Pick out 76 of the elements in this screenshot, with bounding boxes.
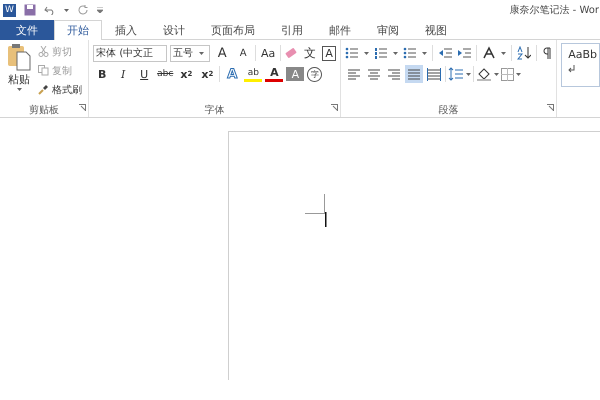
- dropdown-caret-icon: [64, 8, 69, 12]
- brush-button[interactable]: 格式刷: [38, 81, 82, 98]
- decrease-indent-icon: [438, 46, 452, 60]
- increase-indent-icon: [457, 46, 472, 60]
- dropdown-caret-icon: [393, 52, 398, 54]
- multilevel-list-icon: [403, 46, 418, 60]
- copy-icon: [38, 65, 49, 76]
- corner-mark-icon: [305, 194, 325, 214]
- customize-caret-icon: [97, 7, 103, 13]
- line-spacing-icon: [448, 67, 464, 81]
- dropdown-caret-icon: [516, 72, 522, 76]
- shrink-button[interactable]: A: [234, 44, 252, 62]
- phonetic-button[interactable]: 文: [301, 44, 320, 62]
- italic-button[interactable]: I: [114, 65, 132, 83]
- font-name-field[interactable]: 宋体 (中文正: [93, 44, 168, 62]
- shaded-button[interactable]: A: [286, 67, 304, 81]
- dialog-launcher-icon: [79, 104, 86, 111]
- boxed-button[interactable]: A: [322, 46, 336, 60]
- effect-button[interactable]: A: [223, 65, 242, 83]
- numbering-icon: [374, 46, 388, 60]
- ribbon-tab[interactable]: 开始: [54, 20, 102, 40]
- window-title: 康奈尔笔记法 - Wor: [510, 4, 599, 17]
- return-arrow-icon: [568, 65, 576, 73]
- sup-button[interactable]: x$^{2}$: [198, 65, 216, 83]
- grow-button[interactable]: A: [213, 44, 232, 62]
- highlight-button[interactable]: ab: [244, 66, 262, 82]
- ribbon-tab[interactable]: 设计: [150, 20, 198, 40]
- file-tab[interactable]: 文件: [0, 20, 54, 40]
- dropdown-caret-icon: [466, 72, 472, 76]
- group-label: 字体: [204, 104, 226, 117]
- font-size-field[interactable]: 五号: [170, 44, 210, 62]
- dropdown-caret-icon: [16, 88, 22, 91]
- paste-button[interactable]: 粘贴: [4, 43, 34, 103]
- undo-icon: [44, 5, 56, 15]
- right-align-icon: [387, 68, 402, 80]
- dropdown-caret-icon: [494, 72, 500, 76]
- group-label: 剪贴板: [28, 104, 60, 117]
- paintbrush-icon: [38, 84, 49, 95]
- style-gallery[interactable]: AaBb: [561, 43, 600, 87]
- sort-icon: [517, 46, 532, 60]
- circled-button[interactable]: 字: [307, 66, 322, 82]
- strike-button[interactable]: abc: [156, 65, 174, 83]
- center-align-icon: [367, 68, 382, 80]
- paragraph-mark-icon: [542, 47, 552, 59]
- shading-icon: [476, 67, 492, 81]
- left-align-icon: [347, 68, 362, 80]
- borders-icon: [501, 68, 514, 80]
- case-button[interactable]: Aa: [259, 44, 278, 62]
- ribbon-tab[interactable]: 邮件: [316, 20, 364, 40]
- dropdown-caret-icon: [364, 52, 370, 54]
- dialog-launcher-icon: [331, 104, 338, 111]
- dropdown-caret-icon: [422, 52, 428, 54]
- group-label: 段落: [438, 104, 460, 117]
- align-distributed-button[interactable]: [425, 65, 444, 83]
- ribbon-tab[interactable]: 审阅: [364, 20, 412, 40]
- bold-button[interactable]: B: [93, 65, 112, 83]
- text-cursor-icon: [325, 212, 327, 227]
- color-button[interactable]: A: [265, 66, 284, 82]
- dropdown-caret-icon: [199, 52, 204, 54]
- underline-button[interactable]: U: [135, 65, 154, 83]
- ribbon-tab[interactable]: 引用: [268, 20, 316, 40]
- distributed-align-icon: [427, 68, 442, 80]
- asian-layout-icon: [482, 46, 496, 60]
- app-logo: W: [3, 4, 16, 16]
- ribbon-tab[interactable]: 页面布局: [198, 20, 268, 40]
- scissors-icon: [38, 46, 49, 57]
- justify-align-icon: [407, 68, 422, 80]
- ribbon-tab[interactable]: 视图: [412, 20, 460, 40]
- dropdown-caret-icon: [501, 52, 506, 54]
- dialog-launcher-icon: [547, 104, 554, 111]
- redo-icon: [77, 4, 89, 16]
- bullets-icon: [345, 46, 360, 60]
- save-icon: [24, 4, 36, 16]
- ribbon-tab[interactable]: 插入: [102, 20, 150, 40]
- clipboard-icon: [7, 43, 31, 71]
- align-justify-button[interactable]: [405, 65, 424, 83]
